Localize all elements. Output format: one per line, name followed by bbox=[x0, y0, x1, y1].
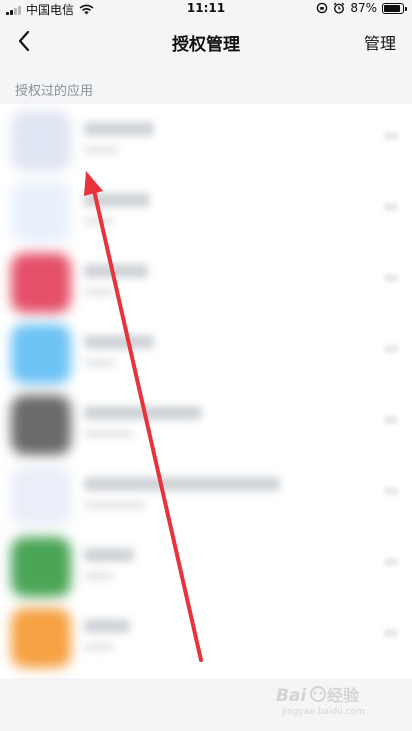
app-row[interactable] bbox=[0, 104, 412, 174]
app-icon bbox=[11, 324, 71, 384]
chevron-right-icon bbox=[384, 203, 398, 211]
app-name-blurred bbox=[84, 335, 154, 349]
nav-bar: 授权管理 管理 bbox=[0, 18, 412, 64]
app-name-blurred bbox=[84, 477, 280, 491]
status-bar: 中国电信 11:11 87% bbox=[0, 0, 412, 18]
app-row[interactable] bbox=[0, 317, 412, 387]
app-name-blurred bbox=[84, 406, 202, 420]
app-icon bbox=[11, 253, 71, 313]
app-subtitle-blurred bbox=[84, 217, 114, 225]
app-row[interactable] bbox=[0, 530, 412, 600]
battery-icon bbox=[382, 2, 407, 14]
chevron-right-icon bbox=[384, 416, 398, 424]
app-subtitle-blurred bbox=[84, 501, 146, 509]
manage-button[interactable]: 管理 bbox=[364, 30, 396, 54]
app-name-blurred bbox=[84, 264, 148, 278]
app-name-blurred bbox=[84, 193, 150, 207]
battery-fill bbox=[384, 4, 400, 12]
app-icon bbox=[11, 608, 71, 668]
app-name-blurred bbox=[84, 122, 154, 136]
app-name-blurred bbox=[84, 619, 130, 633]
svg-text:Bai: Bai bbox=[276, 686, 307, 706]
app-row[interactable] bbox=[0, 175, 412, 245]
chevron-right-icon bbox=[384, 274, 398, 282]
chevron-right-icon bbox=[384, 558, 398, 566]
app-subtitle-blurred bbox=[84, 643, 114, 651]
app-subtitle-blurred bbox=[84, 430, 134, 438]
app-icon bbox=[11, 111, 71, 171]
rotation-lock-icon bbox=[317, 2, 328, 14]
app-row[interactable] bbox=[0, 388, 412, 458]
app-row[interactable] bbox=[0, 601, 412, 671]
status-right: 87% bbox=[316, 1, 407, 15]
chevron-right-icon bbox=[384, 629, 398, 637]
app-subtitle-blurred bbox=[84, 359, 116, 367]
app-icon bbox=[11, 182, 71, 242]
chevron-right-icon bbox=[384, 345, 398, 353]
app-icon bbox=[11, 395, 71, 455]
chevron-right-icon bbox=[384, 132, 398, 140]
battery-percent: 87% bbox=[350, 1, 377, 15]
app-subtitle-blurred bbox=[84, 146, 118, 154]
app-icon bbox=[11, 537, 71, 597]
chevron-right-icon bbox=[384, 487, 398, 495]
app-row[interactable] bbox=[0, 459, 412, 529]
authorized-app-list bbox=[0, 104, 412, 678]
app-icon bbox=[11, 466, 71, 526]
app-name-blurred bbox=[84, 548, 134, 562]
baidu-watermark-logo: Bai 经验 jingyan.baidu.com bbox=[276, 686, 365, 717]
page-title: 授权管理 bbox=[172, 35, 240, 55]
app-subtitle-blurred bbox=[84, 572, 114, 580]
svg-text:jingyan.baidu.com: jingyan.baidu.com bbox=[281, 707, 365, 717]
app-row[interactable] bbox=[0, 246, 412, 316]
section-label: 授权过的应用 bbox=[15, 84, 94, 99]
svg-text:经验: 经验 bbox=[327, 686, 360, 705]
alarm-icon bbox=[334, 2, 345, 14]
app-subtitle-blurred bbox=[84, 288, 116, 296]
